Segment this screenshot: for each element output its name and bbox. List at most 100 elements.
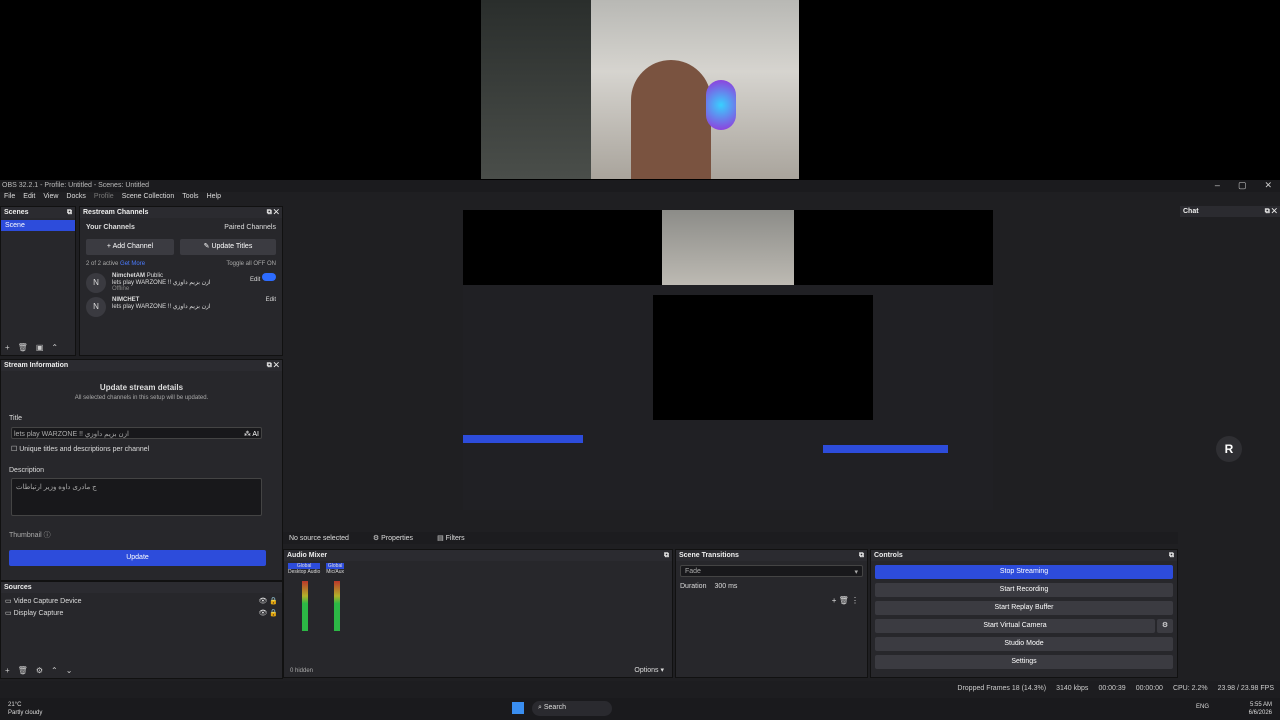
add-icon[interactable]: + — [5, 666, 10, 675]
gear-icon[interactable]: ⚙ — [36, 666, 43, 675]
channel-desktop-label: Desktop Audio — [288, 569, 321, 575]
trash-icon[interactable]: 🗑 — [18, 343, 28, 352]
avatar: N — [86, 297, 106, 317]
edit-channel-button[interactable]: Edit — [266, 297, 276, 303]
close-dock-icon[interactable]: ⧉ ✕ — [267, 209, 279, 216]
cpu-usage: CPU: 2.2% — [1172, 685, 1208, 692]
duration-spinbox[interactable]: 300 ms — [714, 583, 737, 590]
clock[interactable]: 5:55 AM 6/6/2026 — [1249, 701, 1272, 717]
minimize-button[interactable]: – — [1215, 180, 1220, 191]
menu-file[interactable]: File — [4, 193, 15, 204]
undock-icon[interactable]: ⧉ — [859, 552, 864, 559]
weather-widget[interactable]: 21°C Partly cloudy — [8, 701, 42, 717]
title-input[interactable]: lets play WARZONE !! ازن بزيم داوزي ⁂ AI — [11, 427, 262, 439]
trash-icon[interactable]: 🗑 — [839, 596, 849, 605]
title-label: Title — [9, 415, 22, 422]
close-button[interactable]: ✕ — [1264, 180, 1272, 191]
duration-label: Duration — [680, 583, 707, 590]
controls-header: Controls ⧉ — [871, 550, 1177, 561]
properties-label: Properties — [381, 535, 414, 542]
start-replay-buffer-button[interactable]: Start Replay Buffer — [875, 601, 1173, 615]
ai-label: AI — [252, 431, 259, 438]
gear-icon[interactable]: ⚙ — [1157, 619, 1173, 633]
start-icon[interactable] — [512, 702, 524, 714]
menu-scene-collection[interactable]: Scene Collection — [122, 193, 175, 204]
source-item[interactable]: ▭ Video Capture Device 👁 🔒 — [1, 593, 282, 605]
undock-icon[interactable]: ⧉ — [67, 209, 72, 216]
up-icon[interactable]: ⌃ — [51, 343, 58, 352]
start-recording-button[interactable]: Start Recording — [875, 583, 1173, 597]
nested-update-button — [463, 435, 583, 443]
channel-row: N NIMCHET Edit lets play WARZONE !! ازن … — [80, 293, 282, 317]
stream-time: 00:00:39 — [1098, 685, 1126, 692]
up-icon[interactable]: ⌃ — [51, 666, 58, 675]
add-channel-label: Add Channel — [112, 243, 154, 250]
filter-icon[interactable]: ▣ — [36, 343, 44, 352]
down-icon[interactable]: ⌄ — [66, 666, 73, 675]
paired-channels-link[interactable]: Paired Channels — [224, 224, 276, 231]
update-button[interactable]: Update — [9, 550, 266, 566]
close-dock-icon[interactable]: ⧉ ✕ — [1265, 208, 1277, 215]
toggle-all-off[interactable]: Toggle all OFF — [226, 261, 265, 267]
update-titles-button[interactable]: ✎ Update Titles — [180, 239, 276, 255]
restream-title: Restream Channels — [83, 209, 149, 216]
close-dock-icon[interactable]: ⧉ ✕ — [267, 362, 279, 369]
mixer-channel-mic: Global Mic/Aux — [326, 563, 345, 631]
thumbnail-label: Thumbnail ⓘ — [9, 530, 282, 540]
stop-streaming-button[interactable]: Stop Streaming — [875, 565, 1173, 579]
trash-icon[interactable]: 🗑 — [18, 666, 28, 675]
start-virtual-camera-button[interactable]: Start Virtual Camera — [875, 619, 1155, 633]
add-icon[interactable]: + — [832, 596, 837, 605]
filters-button[interactable]: ▤ Filters — [437, 534, 465, 542]
record-time: 00:00:00 — [1135, 685, 1163, 692]
weather-temp: 21°C — [8, 702, 22, 708]
unique-label: Unique titles and descriptions per chann… — [19, 446, 150, 453]
options-button[interactable]: Options ▾ — [634, 666, 664, 674]
description-input[interactable]: ج مادرى داوه وزير ارتباطات — [11, 478, 262, 516]
properties-button[interactable]: ⚙ Properties — [373, 534, 413, 542]
active-count: 2 of 2 active — [86, 261, 119, 267]
mixer-title: Audio Mixer — [287, 552, 328, 559]
update-titles-label: Update Titles — [211, 243, 253, 250]
scene-toolbar: + 🗑 ▣ ⌃ — [5, 343, 58, 352]
maximize-button[interactable]: ▢ — [1238, 180, 1247, 191]
language-indicator[interactable]: ENG — [1196, 704, 1209, 710]
channel-toggle[interactable] — [262, 273, 276, 281]
channel-row: N NimchetAM Public Edit lets play WARZON… — [80, 267, 282, 293]
settings-button[interactable]: Settings — [875, 655, 1173, 669]
transition-select[interactable]: Fade ▾ — [680, 565, 863, 577]
search-label: Search — [543, 704, 567, 711]
eye-icon[interactable]: 👁 🔒 — [258, 609, 278, 617]
undock-icon[interactable]: ⧉ — [1169, 552, 1174, 559]
preview-canvas[interactable] — [463, 210, 993, 510]
edit-channel-button[interactable]: Edit — [250, 277, 260, 283]
ai-button[interactable]: ⁂ AI — [244, 430, 259, 438]
stream-info-title: Stream Information — [4, 362, 69, 369]
menu-help[interactable]: Help — [207, 193, 221, 204]
channel-mic-label: Mic/Aux — [326, 569, 345, 575]
scenes-header: Scenes ⧉ — [1, 207, 75, 218]
restream-logo: R — [1216, 436, 1242, 462]
menu-docks[interactable]: Docks — [66, 193, 85, 204]
toggle-on-label[interactable]: ON — [267, 261, 276, 267]
source-item[interactable]: ▭ Display Capture 👁 🔒 — [1, 605, 282, 617]
get-more-link[interactable]: Get More — [120, 261, 145, 267]
dropped-frames: Dropped Frames 18 (14.3%) — [957, 685, 1047, 692]
eye-icon[interactable]: 👁 🔒 — [258, 597, 278, 605]
scene-item[interactable]: Scene — [1, 220, 75, 231]
unique-checkbox[interactable]: ☐ Unique titles and descriptions per cha… — [11, 445, 282, 453]
add-icon[interactable]: + — [5, 343, 10, 352]
studio-mode-button[interactable]: Studio Mode — [875, 637, 1173, 651]
undock-icon[interactable]: ⧉ — [664, 552, 669, 559]
menu-edit[interactable]: Edit — [23, 193, 35, 204]
more-icon[interactable]: ⋮ — [851, 596, 859, 605]
menu-view[interactable]: View — [43, 193, 58, 204]
transitions-header: Scene Transitions ⧉ — [676, 550, 867, 561]
add-channel-button[interactable]: + Add Channel — [86, 239, 174, 255]
restream-header: Restream Channels ⧉ ✕ — [80, 207, 282, 218]
menu-profile[interactable]: Profile — [94, 193, 114, 204]
controls-title: Controls — [874, 552, 903, 559]
menu-tools[interactable]: Tools — [182, 193, 198, 204]
taskbar-search[interactable]: ⌕ Search — [532, 701, 612, 716]
transitions-title: Scene Transitions — [679, 552, 739, 559]
